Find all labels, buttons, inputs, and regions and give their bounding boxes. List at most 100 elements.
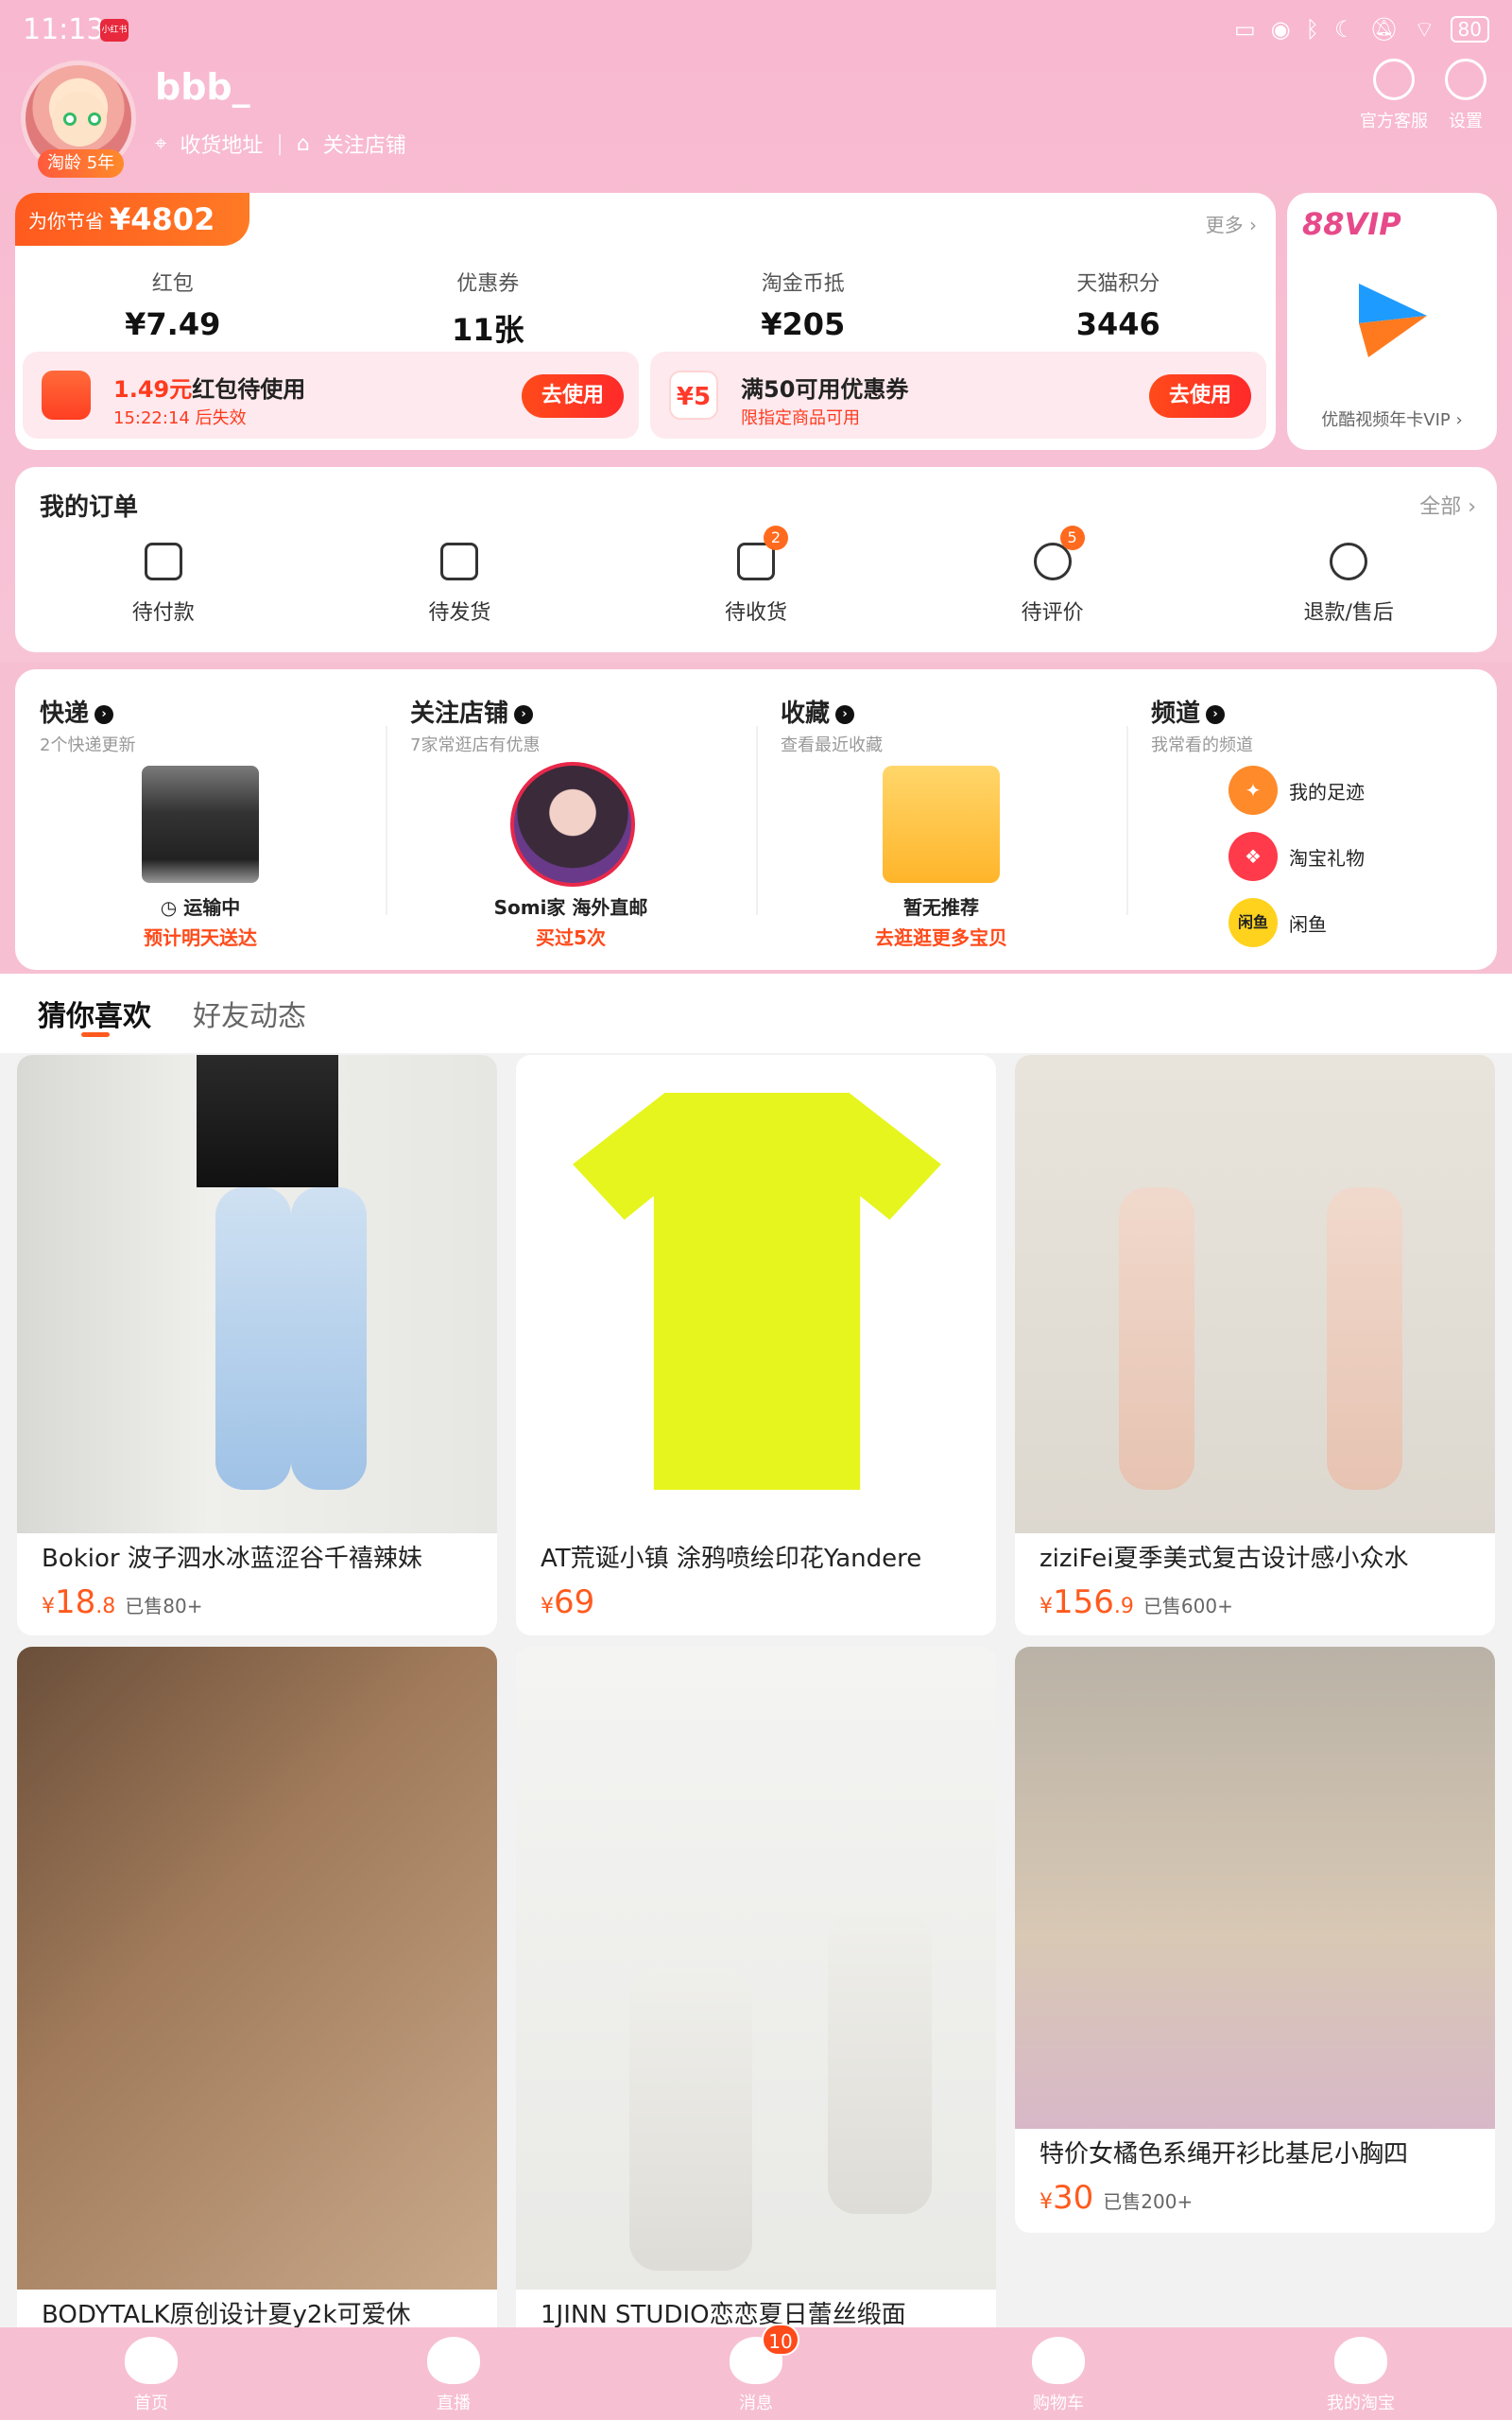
stat-value: ¥205 <box>761 306 846 342</box>
nav-messages[interactable]: 10 消息 <box>699 2324 813 2414</box>
order-label: 待评价 <box>1021 601 1084 625</box>
promo-title-text: 红包待使用 <box>192 376 306 403</box>
product-image-shape <box>573 1093 941 1490</box>
product-card[interactable]: Bokior 波子泗水冰蓝涩谷千禧辣妹 ¥18.8 已售80+ <box>17 1055 497 1635</box>
xianyu-icon: 闲鱼 <box>1228 898 1278 947</box>
price: ¥69 <box>541 1583 594 1621</box>
stat-value: 11张 <box>451 312 524 348</box>
price: ¥30 <box>1040 2179 1093 2217</box>
chevron-right-icon: › <box>1206 704 1226 724</box>
channel-label: 我的足迹 <box>1289 780 1365 804</box>
nav-cart[interactable]: 购物车 <box>1002 2337 1115 2414</box>
express-status-text: 运输中 <box>183 896 241 919</box>
product-image[interactable] <box>1015 1055 1495 1533</box>
price-integer: 69 <box>554 1583 595 1621</box>
order-pending-receipt[interactable]: 2 待收货 <box>608 526 904 626</box>
tab-friends[interactable]: 好友动态 <box>193 993 306 1034</box>
orders-all-link[interactable]: 全部 › <box>1419 490 1476 520</box>
product-card[interactable]: BODYTALK原创设计夏y2k可爱休 <box>17 1647 497 2335</box>
product-image[interactable] <box>17 1647 497 2290</box>
product-card[interactable]: AT荒诞小镇 涂鸦喷绘印花Yandere ¥69 <box>516 1055 996 1635</box>
tab-recommended[interactable]: 猜你喜欢 <box>38 993 151 1034</box>
avatar-eye <box>63 112 77 126</box>
nav-home[interactable]: 首页 <box>94 2337 208 2414</box>
address-link[interactable]: 收货地址 <box>180 129 263 159</box>
product-image-shape <box>215 1187 291 1490</box>
favorites-browse-link[interactable]: 去逛逛更多宝贝 <box>756 923 1126 950</box>
product-title: 特价女橘色系绳开衫比基尼小胸四 <box>1040 2140 1409 2169</box>
price-integer: 30 <box>1053 2179 1094 2217</box>
follow-shop-link[interactable]: 关注店铺 <box>323 129 406 159</box>
shop-avatar[interactable] <box>510 762 635 887</box>
price-integer: 18 <box>55 1583 96 1621</box>
price-decimal: .9 <box>1113 1595 1134 1618</box>
order-pending-shipment[interactable]: 待发货 <box>312 543 609 626</box>
section-title: 频道 <box>1151 700 1201 728</box>
express-subtitle: 2个快递更新 <box>40 735 136 755</box>
product-image-shape <box>1327 1187 1402 1490</box>
vip-card[interactable]: 88VIP 优酷视频年卡VIP › <box>1287 193 1497 450</box>
channels-title[interactable]: 频道 › <box>1151 694 1226 729</box>
currency-symbol: ¥ <box>541 1595 554 1618</box>
cast-icon: ▭ <box>1233 16 1256 43</box>
product-card[interactable]: ziziFei夏季美式复古设计感小众水 ¥156.9 已售600+ <box>1015 1055 1495 1635</box>
nav-live[interactable]: 直播 <box>397 2337 510 2414</box>
order-count-badge: 2 <box>763 526 788 550</box>
stat-coupons[interactable]: 优惠券 11张 <box>331 267 646 350</box>
feed-tabs: 猜你喜欢 好友动态 <box>0 974 1512 1053</box>
customer-service-button[interactable]: 官方客服 <box>1351 59 1436 132</box>
followed-shops-section[interactable]: 关注店铺 › 7家常逛店有优惠 Somi家 海外直邮 买过5次 <box>386 669 756 970</box>
nav-label: 首页 <box>134 2394 168 2413</box>
coupon-promo[interactable]: ¥5 满50可用优惠券 限指定商品可用 去使用 <box>650 352 1266 439</box>
channel-footprints[interactable]: ✦ 我的足迹 <box>1228 766 1365 815</box>
profile-icon <box>1334 2337 1387 2384</box>
stat-red-packet[interactable]: 红包 ¥7.49 <box>15 267 331 350</box>
product-image[interactable] <box>1015 1647 1495 2129</box>
vip-title: 88VIP <box>1302 206 1401 242</box>
savings-label: 为你节省 <box>28 209 104 233</box>
red-packet-promo[interactable]: 1.49元红包待使用 15:22:14 后失效 去使用 <box>23 352 639 439</box>
product-image[interactable] <box>17 1055 497 1533</box>
price-decimal: .8 <box>95 1595 116 1618</box>
product-card[interactable]: 特价女橘色系绳开衫比基尼小胸四 ¥30 已售200+ <box>1015 1647 1495 2233</box>
orders-title: 我的订单 <box>40 493 139 522</box>
product-image[interactable] <box>516 1647 996 2290</box>
order-pending-payment[interactable]: 待付款 <box>15 543 312 626</box>
orders-card: 我的订单 全部 › 待付款 待发货 2 待收货 5 待评价 退款/售后 <box>15 467 1497 652</box>
settings-button[interactable]: 设置 <box>1433 59 1499 132</box>
savings-more-link[interactable]: 更多 › <box>1206 210 1257 237</box>
savings-card: 为你节省 ¥4802 更多 › 红包 ¥7.49 优惠券 11张 淘金币抵 ¥2… <box>15 193 1276 450</box>
shop-purchase-count: 买过5次 <box>536 926 606 949</box>
favorites-section[interactable]: 收藏 › 查看最近收藏 暂无推荐 去逛逛更多宝贝 <box>756 669 1126 970</box>
product-card[interactable]: 1JINN STUDIO恋恋夏日蕾丝缎面 <box>516 1647 996 2335</box>
express-product-thumbnail[interactable] <box>142 766 259 883</box>
product-price-row: ¥69 <box>516 1574 996 1621</box>
nav-label: 直播 <box>437 2394 471 2413</box>
channel-gifts[interactable]: ❖ 淘宝礼物 <box>1228 832 1365 881</box>
express-section[interactable]: 快递 › 2个快递更新 ◷ 运输中 预计明天送达 <box>15 669 386 970</box>
stat-tmall-points[interactable]: 天猫积分 3446 <box>961 267 1277 350</box>
product-title: AT荒诞小镇 涂鸦喷绘印花Yandere <box>541 1545 922 1573</box>
live-icon <box>427 2337 480 2384</box>
order-label: 退款/售后 <box>1303 601 1394 625</box>
order-refund[interactable]: 退款/售后 <box>1200 543 1497 626</box>
bottom-navigation: 首页 直播 10 消息 购物车 我的淘宝 <box>0 2324 1512 2420</box>
use-coupon-button[interactable]: 去使用 <box>1149 374 1251 418</box>
product-image[interactable] <box>516 1055 996 1533</box>
quick-access-card: 快递 › 2个快递更新 ◷ 运输中 预计明天送达 关注店铺 › 7家常逛店有优惠 S… <box>15 669 1497 970</box>
stat-value: ¥7.49 <box>125 306 221 342</box>
shops-title: 关注店铺 › <box>410 694 534 729</box>
red-packet-icon <box>42 371 91 420</box>
order-pending-review[interactable]: 5 待评价 <box>904 526 1201 626</box>
nav-my-taobao[interactable]: 我的淘宝 <box>1304 2337 1418 2414</box>
use-red-packet-button[interactable]: 去使用 <box>522 374 624 418</box>
footprint-icon: ✦ <box>1228 766 1278 815</box>
channel-label: 闲鱼 <box>1289 912 1327 936</box>
link-divider: | <box>276 131 284 156</box>
channel-xianyu[interactable]: 闲鱼 闲鱼 <box>1228 898 1327 947</box>
username[interactable]: bbb_ <box>155 66 250 108</box>
nav-label: 我的淘宝 <box>1327 2394 1395 2413</box>
stat-coins[interactable]: 淘金币抵 ¥205 <box>645 267 961 350</box>
avatar-eye <box>88 112 101 126</box>
vip-description: 优酷视频年卡VIP › <box>1321 410 1463 430</box>
